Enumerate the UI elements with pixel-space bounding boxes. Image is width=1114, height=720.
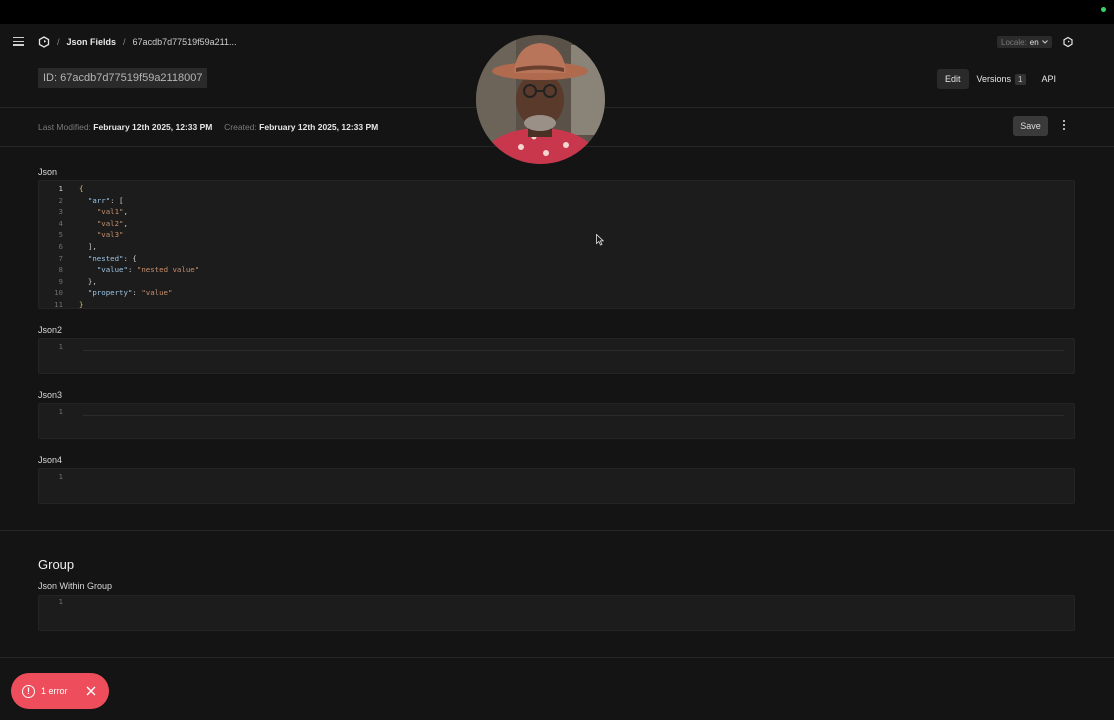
last-modified-value: February 12th 2025, 12:33 PM — [93, 122, 213, 132]
created-value: February 12th 2025, 12:33 PM — [259, 122, 379, 132]
error-toast[interactable]: ! 1 error — [11, 673, 109, 709]
locale-label: Locale: — [1001, 37, 1027, 47]
line-number: 9 — [58, 276, 63, 286]
code-text: }, — [79, 276, 97, 286]
divider — [0, 530, 1114, 531]
current-line-highlight — [83, 350, 1064, 351]
line-number: 1 — [58, 184, 63, 193]
json2-code-editor[interactable]: 1 — [38, 338, 1075, 374]
more-options-icon[interactable] — [1060, 120, 1068, 132]
save-button[interactable]: Save — [1013, 116, 1048, 136]
error-icon: ! — [22, 684, 35, 698]
versions-count-badge: 1 — [1015, 74, 1026, 85]
line-number: 11 — [54, 300, 63, 309]
code-text: "value": "nested value" — [96, 265, 200, 275]
chevron-down-icon — [1041, 40, 1048, 44]
breadcrumb-collection-link[interactable]: Json Fields — [67, 37, 117, 47]
tab-api[interactable]: API — [1034, 69, 1065, 89]
json-within-group-label: Json Within Group — [38, 581, 113, 591]
tab-edit[interactable]: Edit — [937, 69, 969, 89]
document-meta: Last Modified: February 12th 2025, 12:33… — [38, 122, 378, 132]
created-label: Created: — [224, 122, 257, 132]
line-number: 1 — [58, 342, 63, 351]
recording-indicator — [1101, 7, 1106, 12]
last-modified-label: Last Modified: — [38, 122, 91, 132]
error-toast-message: 1 error — [41, 686, 68, 696]
breadcrumb: / Json Fields / 67acdb7d77519f59a211... — [57, 37, 236, 47]
code-text: "val2", — [96, 218, 128, 228]
line-number: 5 — [58, 230, 63, 240]
document-id: ID: 67acdb7d77519f59a2118007 — [38, 68, 208, 88]
json4-code-editor[interactable]: 1 — [38, 468, 1075, 504]
group-title: Group — [38, 557, 75, 572]
current-line-highlight — [83, 415, 1064, 416]
code-text: { — [79, 184, 84, 193]
tab-versions[interactable]: Versions 1 — [969, 69, 1034, 89]
line-number: 10 — [54, 288, 63, 298]
breadcrumb-document: 67acdb7d77519f59a211... — [132, 37, 237, 47]
json-field-label: Json — [38, 167, 58, 177]
line-number: 3 — [58, 207, 63, 217]
json4-field-label: Json4 — [38, 455, 63, 465]
locale-value: en — [1029, 37, 1039, 47]
line-number: 6 — [58, 242, 63, 251]
code-text: "property": "value" — [87, 288, 173, 298]
json-within-group-code-editor[interactable]: 1 — [38, 595, 1075, 631]
line-number: 7 — [58, 253, 63, 263]
json3-code-editor[interactable]: 1 — [38, 403, 1075, 439]
code-text: "arr": [ — [87, 195, 124, 205]
locale-selector[interactable]: Locale: en — [997, 36, 1052, 48]
code-text: } — [79, 300, 84, 309]
person-image — [476, 35, 605, 164]
hamburger-menu-icon[interactable] — [13, 37, 24, 46]
mouse-cursor-icon — [596, 234, 604, 246]
line-number: 1 — [58, 407, 63, 416]
payload-icon[interactable] — [1062, 36, 1074, 48]
close-icon[interactable] — [85, 685, 97, 697]
payload-logo-icon[interactable] — [38, 36, 50, 48]
code-text: "nested": { — [87, 253, 137, 263]
code-text: "val1", — [96, 207, 128, 217]
line-number: 1 — [58, 597, 63, 606]
tab-edit-label: Edit — [945, 74, 961, 84]
json-code-editor[interactable]: 1{2 "arr": [3 "val1", 4 "val2", 5 "val3" 6 … — [38, 180, 1075, 309]
line-number: 8 — [58, 265, 63, 275]
webcam-overlay — [476, 35, 605, 164]
document-tabs: Edit Versions 1 API — [937, 69, 1064, 89]
code-text: ], — [79, 242, 97, 251]
system-top-bar — [0, 0, 1114, 24]
line-number: 1 — [58, 472, 63, 481]
breadcrumb-separator: / — [123, 37, 126, 47]
json2-field-label: Json2 — [38, 325, 63, 335]
tab-versions-label: Versions — [976, 74, 1012, 84]
tab-api-label: API — [1041, 74, 1057, 84]
breadcrumb-separator: / — [57, 37, 60, 47]
json3-field-label: Json3 — [38, 390, 63, 400]
divider — [0, 657, 1114, 658]
line-number: 4 — [58, 218, 63, 228]
line-number: 2 — [58, 195, 63, 205]
code-text: "val3" — [96, 230, 124, 240]
